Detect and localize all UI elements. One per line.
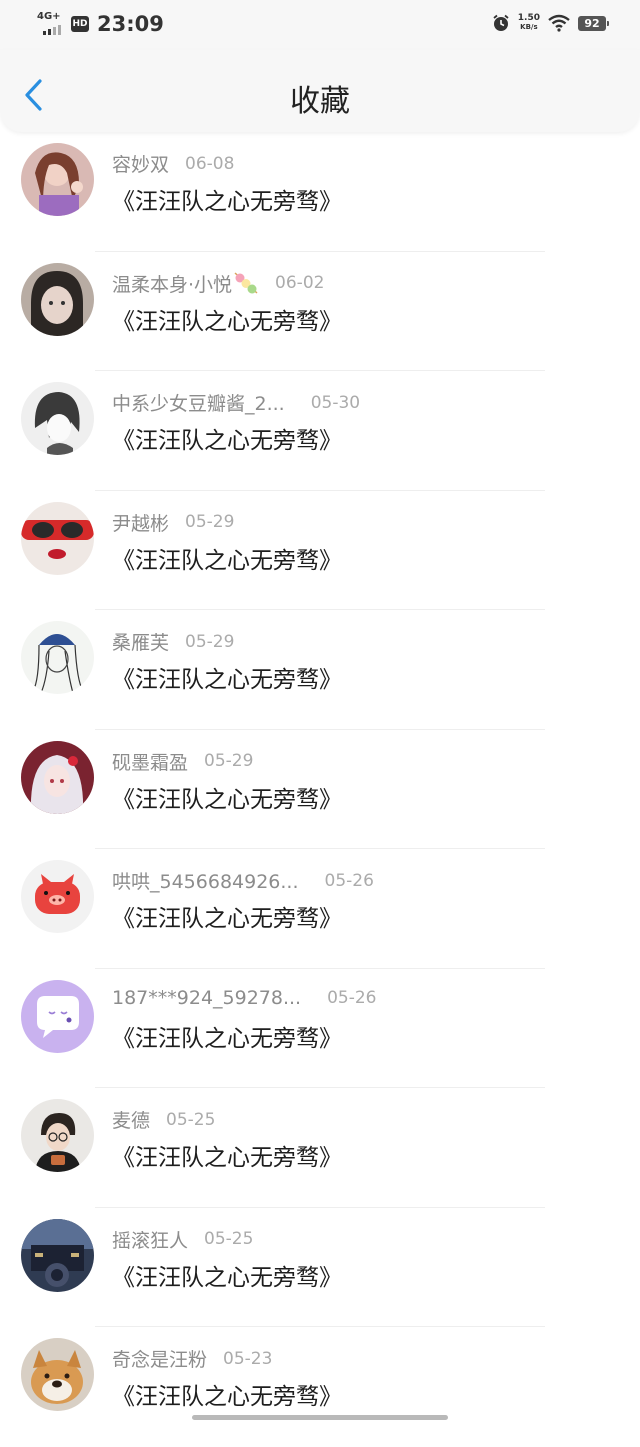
list-item[interactable]: 麦德 05-25 《汪汪队之心无旁骛》 <box>0 1088 640 1208</box>
user-name[interactable]: 温柔本身·小悦 <box>112 270 232 297</box>
user-name[interactable]: 摇滚狂人 <box>112 1226 188 1253</box>
candy-skewer-icon <box>234 272 258 294</box>
top-nav-bar: 收藏 <box>0 50 640 132</box>
avatar[interactable] <box>21 621 94 694</box>
user-name[interactable]: 奇念是汪粉 <box>112 1345 207 1372</box>
network-speed: 1.50 KB/s <box>518 14 540 32</box>
favorite-date: 05-30 <box>310 392 361 413</box>
list-item[interactable]: 187***924_59278... 05-26 《汪汪队之心无旁骛》 <box>0 969 640 1088</box>
status-right: 1.50 KB/s 92 <box>492 14 609 32</box>
favorites-list: 容妙双 06-08 《汪汪队之心无旁骛》 温柔本身·小悦 06-02 《汪汪队之心无… <box>0 132 640 1447</box>
cellular-signal-icon: 4G+ <box>37 11 63 35</box>
list-item[interactable]: 砚墨霜盈 05-29 《汪汪队之心无旁骛》 <box>0 730 640 849</box>
item-meta: 容妙双 06-08 <box>112 150 235 177</box>
book-title[interactable]: 《汪汪队之心无旁骛》 <box>112 1377 342 1411</box>
item-meta: 奇念是汪粉 05-23 <box>112 1345 273 1372</box>
list-item[interactable]: 中系少女豆瓣酱_2... 05-30 《汪汪队之心无旁骛》 <box>0 371 640 491</box>
favorite-date: 06-08 <box>185 153 235 174</box>
favorite-date: 06-02 <box>275 273 325 293</box>
favorite-date: 05-29 <box>204 751 254 771</box>
item-meta: 尹越彬 05-29 <box>112 509 234 535</box>
book-title[interactable]: 《汪汪队之心无旁骛》 <box>112 302 342 336</box>
battery-icon: 92 <box>578 15 609 31</box>
avatar[interactable] <box>21 382 94 455</box>
book-title[interactable]: 《汪汪队之心无旁骛》 <box>112 780 342 814</box>
user-name[interactable]: 中系少女豆瓣酱_2... <box>112 389 285 416</box>
alarm-icon <box>493 14 509 31</box>
book-title[interactable]: 《汪汪队之心无旁骛》 <box>112 182 342 216</box>
wifi-icon <box>548 14 570 32</box>
book-title[interactable]: 《汪汪队之心无旁骛》 <box>112 1258 342 1292</box>
book-title[interactable]: 《汪汪队之心无旁骛》 <box>112 660 342 694</box>
hd-icon: HD <box>71 16 89 32</box>
clock: 23:09 <box>97 12 164 36</box>
item-meta: 中系少女豆瓣酱_2... 05-30 <box>112 389 361 416</box>
item-meta: 哄哄_5456684926... 05-26 <box>112 867 374 894</box>
favorite-date: 05-29 <box>185 631 235 652</box>
favorite-date: 05-26 <box>324 870 374 891</box>
home-indicator[interactable] <box>192 1415 448 1420</box>
list-item[interactable]: 奇念是汪粉 05-23 《汪汪队之心无旁骛》 <box>0 1327 640 1447</box>
list-item[interactable]: 尹越彬 05-29 《汪汪队之心无旁骛》 <box>0 491 640 610</box>
avatar[interactable] <box>21 1218 94 1292</box>
avatar[interactable] <box>21 262 94 336</box>
item-meta: 摇滚狂人 05-25 <box>112 1226 253 1252</box>
favorite-date: 05-23 <box>223 1348 273 1369</box>
user-name[interactable]: 砚墨霜盈 <box>112 748 188 775</box>
favorite-date: 05-29 <box>185 512 235 532</box>
book-title[interactable]: 《汪汪队之心无旁骛》 <box>112 899 342 933</box>
avatar[interactable] <box>21 1099 94 1172</box>
user-name[interactable]: 桑雁芙 <box>112 628 169 655</box>
speed-unit: KB/s <box>520 23 538 31</box>
avatar[interactable] <box>21 860 94 933</box>
item-meta: 砚墨霜盈 05-29 <box>112 748 253 774</box>
favorite-date: 05-25 <box>204 1229 254 1249</box>
avatar[interactable] <box>21 501 94 575</box>
list-item[interactable]: 容妙双 06-08 《汪汪队之心无旁骛》 <box>0 132 640 252</box>
book-title[interactable]: 《汪汪队之心无旁骛》 <box>112 1019 342 1053</box>
user-name[interactable]: 容妙双 <box>112 150 169 177</box>
list-item[interactable]: 桑雁芙 05-29 《汪汪队之心无旁骛》 <box>0 610 640 730</box>
user-name[interactable]: 麦德 <box>112 1106 150 1133</box>
avatar[interactable] <box>21 740 94 814</box>
status-left: 4G+ HD 23:09 <box>37 11 164 36</box>
speed-value: 1.50 <box>517 13 540 23</box>
list-item[interactable]: 温柔本身·小悦 06-02 《汪汪队之心无旁骛》 <box>0 252 640 371</box>
item-meta: 桑雁芙 05-29 <box>112 628 235 655</box>
book-title[interactable]: 《汪汪队之心无旁骛》 <box>112 1138 342 1172</box>
item-meta: 温柔本身·小悦 06-02 <box>112 270 324 296</box>
favorite-date: 05-25 <box>166 1109 216 1130</box>
item-meta: 187***924_59278... 05-26 <box>112 987 377 1013</box>
item-meta: 麦德 05-25 <box>112 1106 216 1133</box>
user-name[interactable]: 尹越彬 <box>112 509 169 536</box>
avatar[interactable] <box>21 979 94 1053</box>
book-title[interactable]: 《汪汪队之心无旁骛》 <box>112 541 342 575</box>
user-name[interactable]: 187***924_59278... <box>112 987 301 1009</box>
list-item[interactable]: 摇滚狂人 05-25 《汪汪队之心无旁骛》 <box>0 1208 640 1327</box>
avatar[interactable] <box>21 1338 94 1411</box>
status-bar: 4G+ HD 23:09 1.50 KB/s 92 <box>0 0 640 50</box>
book-title[interactable]: 《汪汪队之心无旁骛》 <box>112 421 342 455</box>
page-title: 收藏 <box>290 84 350 119</box>
favorite-date: 05-26 <box>327 987 377 1008</box>
list-item[interactable]: 哄哄_5456684926... 05-26 《汪汪队之心无旁骛》 <box>0 849 640 969</box>
network-type: 4G+ <box>37 11 61 22</box>
user-name[interactable]: 哄哄_5456684926... <box>112 867 299 894</box>
avatar[interactable] <box>21 143 94 216</box>
